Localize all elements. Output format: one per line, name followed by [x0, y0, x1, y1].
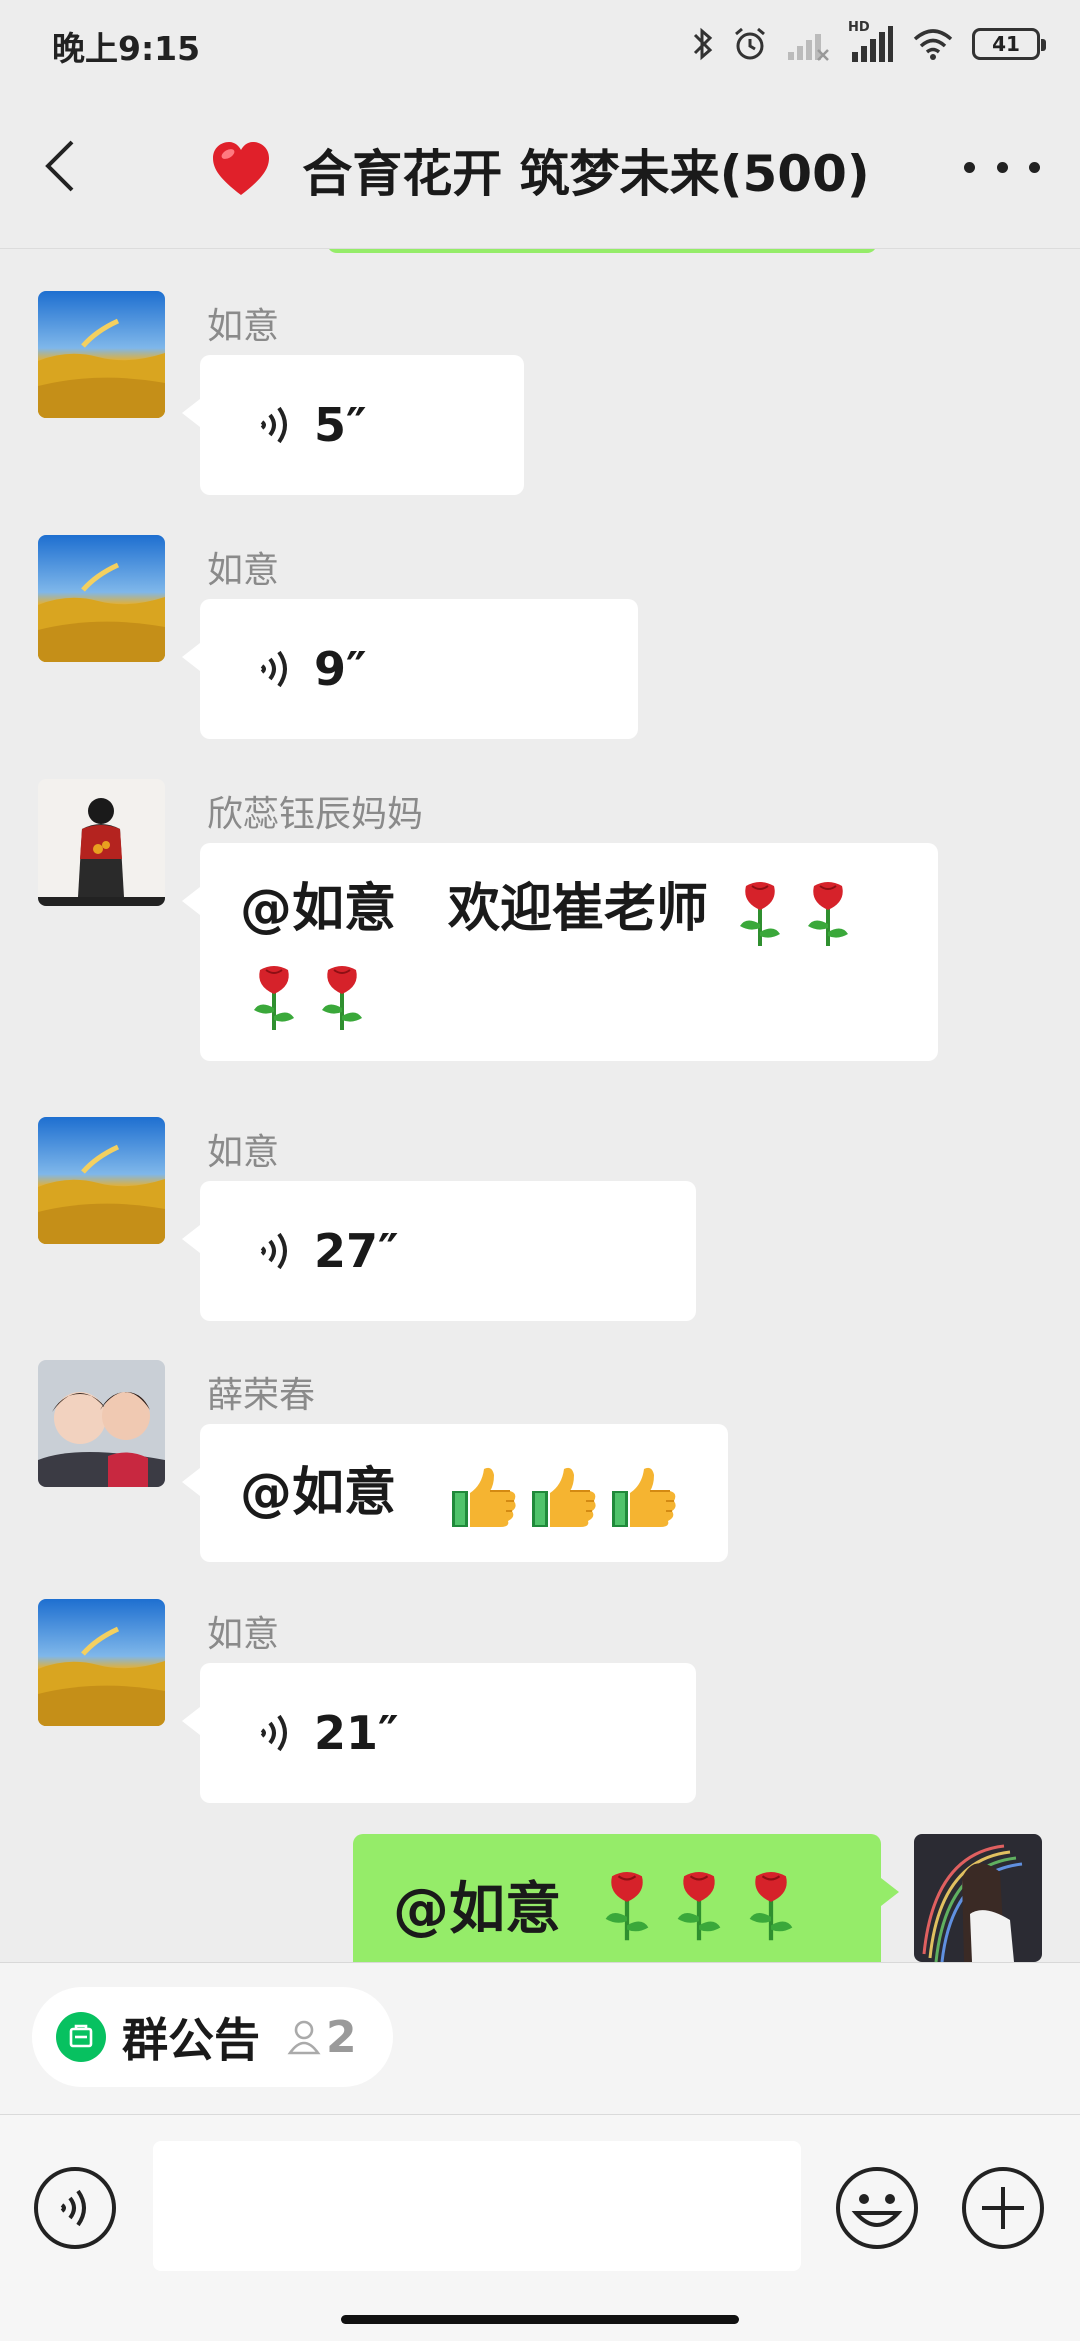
avatar-red-dress[interactable] [38, 779, 165, 906]
message-text: @如意 欢迎崔老师 [240, 879, 709, 939]
person-icon [287, 2020, 321, 2055]
status-time: 晚上9:15 [52, 29, 201, 68]
voice-wave-icon [260, 406, 287, 444]
group-notice-button[interactable]: 群公告 2 [32, 1987, 393, 2087]
chat-header: 合育花开 筑梦未来(500) [0, 92, 1080, 249]
voice-message[interactable]: 21″ [182, 1663, 696, 1803]
signal-weak-icon [788, 34, 829, 61]
voice-message[interactable]: 27″ [182, 1181, 696, 1321]
message-text: @如意 [240, 1463, 397, 1523]
avatar-two-people[interactable] [38, 1360, 165, 1487]
voice-wave-icon [260, 1714, 287, 1752]
voice-duration: 27″ [314, 1224, 399, 1278]
previous-self-bubble-edge [327, 249, 877, 253]
notice-icon [56, 2012, 106, 2062]
voice-wave-icon [260, 650, 287, 688]
sender-name: 如意 [207, 306, 280, 347]
more-options-button[interactable] [964, 142, 1040, 192]
rose-icon [740, 882, 781, 946]
notice-read-count: 2 [286, 2012, 357, 2063]
message-text: @如意 [393, 1876, 561, 1942]
voice-duration: 21″ [314, 1706, 399, 1760]
back-arrow-icon[interactable] [30, 134, 94, 198]
sender-name: 薛荣春 [207, 1375, 316, 1416]
rose-icon [677, 1872, 721, 1941]
rose-icon [605, 1872, 649, 1941]
alarm-icon [735, 27, 765, 60]
signal-hd-icon: HD [848, 20, 894, 64]
home-indicator[interactable] [341, 2315, 739, 2324]
avatar-wheat[interactable] [38, 1117, 165, 1244]
message-input[interactable] [153, 2141, 801, 2271]
status-bar: 晚上9:15 HD 41 [0, 0, 1080, 92]
dot-icon [964, 161, 975, 173]
rose-icon [808, 882, 849, 946]
battery-indicator: 41 [972, 28, 1046, 60]
text-message[interactable]: @如意 [182, 1424, 728, 1562]
sender-name: 如意 [207, 1614, 280, 1655]
bluetooth-icon [693, 27, 713, 61]
rose-icon [322, 966, 362, 1030]
plus-icon[interactable] [960, 2165, 1046, 2251]
voice-wave-icon [260, 1232, 287, 1270]
voice-duration: 9″ [314, 642, 367, 696]
chat-title: 合育花开 筑梦未来(500) [180, 130, 900, 210]
thumbs-up-icon [532, 1467, 596, 1527]
dot-icon [996, 161, 1008, 173]
emoji-icon[interactable] [834, 2165, 920, 2251]
thumbs-up-icon [452, 1467, 516, 1527]
input-bar [0, 2114, 1080, 2341]
chat-messages[interactable]: 如意 5″ 如意 9″ 欣蕊钰辰妈妈 @如意 欢迎崔老师 如意 27″ 薛荣春 … [0, 249, 1080, 1961]
avatar-wheat[interactable] [38, 535, 165, 662]
self-text-message[interactable]: @如意 [353, 1834, 899, 1974]
heart-icon [213, 142, 270, 195]
voice-message[interactable]: 9″ [182, 599, 638, 739]
dot-icon [1029, 161, 1040, 173]
avatar-wheat[interactable] [38, 1599, 165, 1726]
voice-duration: 5″ [314, 398, 367, 452]
sender-name: 欣蕊钰辰妈妈 [207, 794, 424, 835]
sender-name: 如意 [207, 1132, 280, 1173]
self-avatar[interactable] [914, 1834, 1042, 1962]
group-name: 合育花开 筑梦未来(500) [302, 145, 870, 203]
notice-label: 群公告 [122, 2013, 260, 2067]
thumbs-up-icon [612, 1467, 676, 1527]
text-message[interactable]: @如意 欢迎崔老师 [182, 843, 938, 1061]
rose-icon [254, 966, 294, 1030]
voice-input-toggle-icon[interactable] [32, 2165, 118, 2251]
voice-message[interactable]: 5″ [182, 355, 524, 495]
rose-icon [749, 1872, 793, 1941]
notice-bar: 群公告 2 [0, 1962, 1080, 2115]
avatar-wheat[interactable] [38, 291, 165, 418]
wifi-icon [913, 29, 953, 60]
notice-count-value: 2 [326, 2011, 357, 2063]
sender-name: 如意 [207, 550, 280, 591]
status-icons: HD 41 [692, 20, 1046, 66]
